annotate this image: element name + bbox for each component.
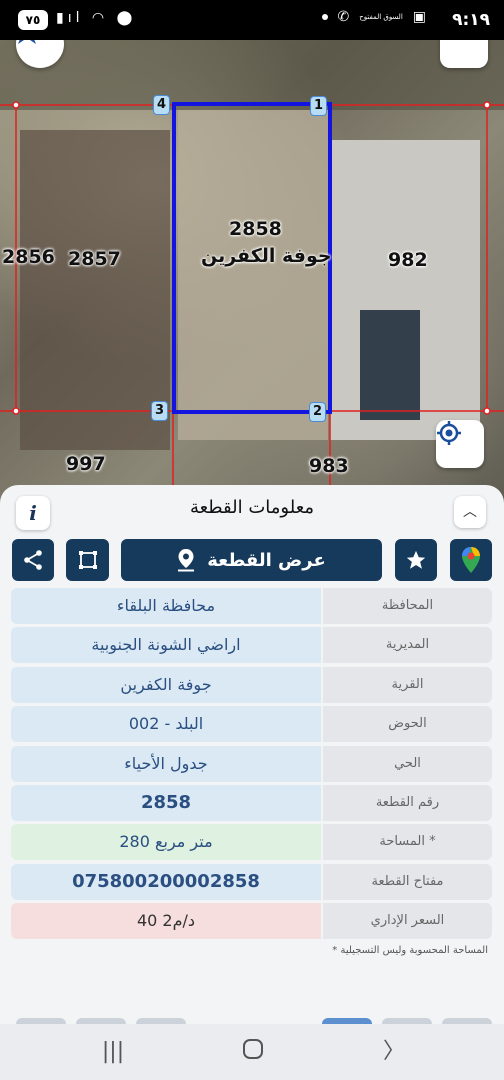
map-view[interactable]: 2858 جوفة الكفرين 2857 2856 982 997 983 … <box>0 40 504 510</box>
detail-label: السعر الإداري <box>323 903 492 940</box>
layers-button[interactable] <box>440 40 488 68</box>
detail-row: محافظة البلقاء المحافظة <box>11 588 492 624</box>
detail-row: 075800200002858 مفتاح القطعة <box>11 863 492 900</box>
detail-label: الحي <box>323 745 492 782</box>
google-maps-button[interactable] <box>450 539 492 581</box>
detail-value: 075800200002858 <box>11 863 321 900</box>
detail-value: البلد - 002 <box>11 706 321 743</box>
compass-arrow-icon <box>18 40 36 44</box>
detail-value: اراضي الشونة الجنوبية <box>11 627 321 664</box>
detail-value: 280 متر مربع <box>11 824 321 861</box>
detail-row: البلد - 002 الحوض <box>11 706 492 743</box>
corner-marker: 2 <box>309 402 326 422</box>
show-parcel-button[interactable]: عرض القطعة <box>121 539 382 581</box>
corner-marker: 4 <box>153 95 170 115</box>
detail-label: المحافظة <box>323 588 492 624</box>
detail-label: الحوض <box>323 706 492 743</box>
signal-wifi-location-icons: ▮ıl ◠ ⬤ <box>56 10 137 26</box>
neighbor-parcel-label: 2857 <box>68 248 121 270</box>
parcel-details-table: محافظة البلقاء المحافظة اراضي الشونة الج… <box>11 588 492 943</box>
notification-dot-icon <box>321 14 328 20</box>
neighbor-parcel-label: 983 <box>309 455 349 477</box>
action-bar: عرض القطعة <box>0 539 504 583</box>
neighbor-parcel-label: 982 <box>388 249 428 271</box>
home-icon <box>243 1039 263 1059</box>
share-button[interactable] <box>12 539 54 581</box>
detail-label: المساحة * <box>323 824 492 861</box>
area-footnote: * المساحة المحسوبة وليس التسجيلية <box>332 945 488 956</box>
detail-row: 280 متر مربع المساحة * <box>11 824 492 861</box>
detail-label: مفتاح القطعة <box>323 863 492 900</box>
favorite-button[interactable] <box>395 539 437 581</box>
my-location-button[interactable] <box>436 420 484 468</box>
parcel-number-label: 2858 <box>229 218 282 240</box>
panel-title: معلومات القطعة <box>189 497 315 518</box>
star-icon <box>406 550 426 569</box>
back-button[interactable]: 〉 <box>380 1038 408 1066</box>
show-parcel-label: عرض القطعة <box>207 549 326 571</box>
detail-value: 40 د/م2 <box>11 903 321 940</box>
detail-label: القرية <box>323 666 492 703</box>
share-icon <box>24 550 42 570</box>
detail-value: 2858 <box>11 784 321 821</box>
battery-indicator: ٧٥ <box>18 10 48 30</box>
parcel-info-panel: i معلومات القطعة ︿ عرض القطعة محافظة الب… <box>0 485 504 1045</box>
village-label: جوفة الكفرين <box>201 245 332 267</box>
corner-marker: 3 <box>151 401 168 421</box>
detail-label: رقم القطعة <box>323 784 492 821</box>
parcel-outlines <box>0 101 504 510</box>
target-location-icon <box>437 421 461 445</box>
detail-row: جدول الأحياء الحي <box>11 745 492 782</box>
clock: ٩:١٩ <box>452 10 490 30</box>
neighbor-parcel-label: 997 <box>66 453 106 475</box>
detail-row: جوفة الكفرين القرية <box>11 666 492 703</box>
polygon-button[interactable] <box>66 539 109 581</box>
detail-row: 2858 رقم القطعة <box>11 784 492 821</box>
detail-value: محافظة البلقاء <box>11 588 321 624</box>
home-button[interactable] <box>239 1038 267 1066</box>
bottom-tab-peek <box>0 1012 504 1026</box>
recent-apps-button[interactable]: ||| <box>99 1038 127 1066</box>
location-pin-icon <box>178 549 195 572</box>
detail-value: جوفة الكفرين <box>11 666 321 703</box>
screenshot-icon: ▣ <box>412 9 426 25</box>
detail-row: 40 د/م2 السعر الإداري <box>11 903 492 940</box>
collapse-button[interactable]: ︿ <box>454 496 486 528</box>
corner-marker: 1 <box>310 96 327 116</box>
back-chevron-icon: 〉 <box>382 1039 405 1064</box>
status-bar: ٧٥ ▮ıl ◠ ⬤ ✆ السوق المفتوح ▣ ٩:١٩ <box>0 0 504 40</box>
map-book-icon <box>440 40 462 42</box>
google-maps-icon <box>462 547 480 573</box>
system-navigation-bar: ||| 〉 <box>0 1024 504 1080</box>
neighbor-parcel-label: 2856 <box>2 246 55 268</box>
detail-label: المديرية <box>323 627 492 664</box>
chevron-up-icon: ︿ <box>463 504 477 520</box>
recent-apps-icon: ||| <box>101 1039 125 1064</box>
phone-icon: ✆ <box>337 9 350 25</box>
detail-row: اراضي الشونة الجنوبية المديرية <box>11 627 492 664</box>
detail-value: جدول الأحياء <box>11 745 321 782</box>
mini-app-label: السوق المفتوح <box>359 13 403 21</box>
polygon-icon <box>78 551 97 569</box>
